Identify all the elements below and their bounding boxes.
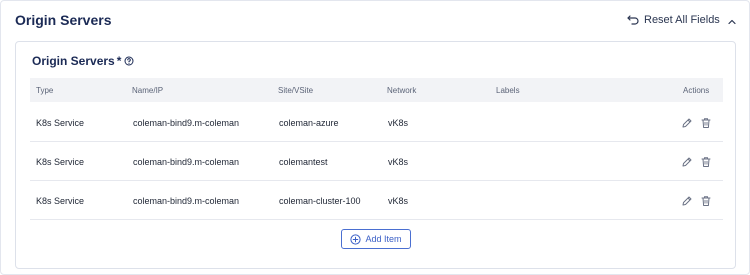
collapse-section-button[interactable] [727,14,737,32]
header-name-ip: Name/IP [132,86,164,95]
cell-site: colemantest [279,157,328,167]
cell-type: K8s Service [36,196,85,206]
reset-all-fields-button[interactable]: Reset All Fields [627,14,720,26]
required-mark: * [116,54,122,68]
trash-icon [701,157,711,167]
edit-button[interactable] [681,194,693,212]
trash-icon [701,118,711,128]
trash-icon [701,196,711,206]
cell-site: coleman-azure [279,118,339,128]
header-type: Type [36,86,54,95]
header-network: Network [387,86,417,95]
table-row: K8s Service coleman-bind9.m-coleman cole… [30,103,723,142]
add-item-button[interactable]: Add Item [341,229,411,249]
cell-name-ip: coleman-bind9.m-coleman [133,118,240,128]
header-labels: Labels [496,86,520,95]
section-title: Origin Servers [15,12,112,28]
table-row: K8s Service coleman-bind9.m-coleman cole… [30,181,723,220]
table-header: Type Name/IP Site/VSite Network Labels A… [30,78,723,102]
pencil-icon [682,196,692,206]
undo-arrow-icon [627,15,639,25]
delete-button[interactable] [700,155,712,173]
pencil-icon [682,118,692,128]
cell-type: K8s Service [36,157,85,167]
card-title: Origin Servers * [32,54,134,68]
edit-button[interactable] [681,116,693,134]
cell-site: coleman-cluster-100 [279,196,361,206]
cell-network: vK8s [388,118,409,128]
header-actions: Actions [683,86,710,95]
table-row: K8s Service coleman-bind9.m-coleman cole… [30,142,723,181]
edit-button[interactable] [681,155,693,173]
cell-network: vK8s [388,196,409,206]
plus-circle-icon [350,233,362,245]
pencil-icon [682,157,692,167]
card-title-text: Origin Servers [32,54,115,68]
question-circle-icon[interactable] [124,56,134,66]
origin-servers-section: Origin Servers Reset All Fields Origin S… [0,0,750,275]
delete-button[interactable] [700,194,712,212]
cell-name-ip: coleman-bind9.m-coleman [133,196,240,206]
delete-button[interactable] [700,116,712,134]
cell-type: K8s Service [36,118,85,128]
origin-servers-card: Origin Servers * Type Name/IP Site/VSite… [15,41,736,269]
add-item-label: Add Item [365,234,402,244]
chevron-up-icon [728,19,736,25]
cell-network: vK8s [388,157,409,167]
header-site: Site/VSite [278,86,314,95]
reset-all-fields-label: Reset All Fields [644,14,720,26]
cell-name-ip: coleman-bind9.m-coleman [133,157,240,167]
